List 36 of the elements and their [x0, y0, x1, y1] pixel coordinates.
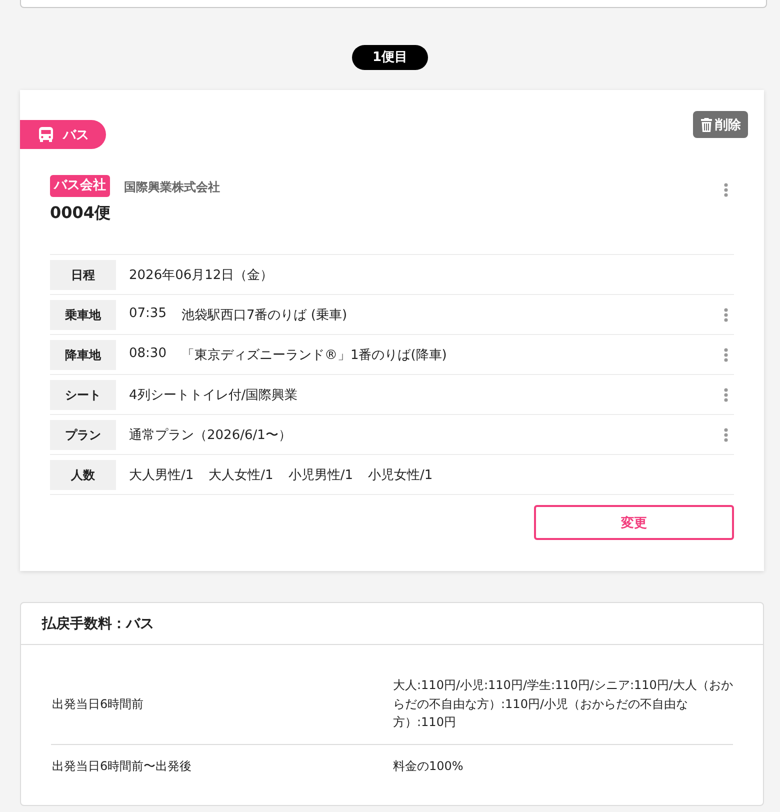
panel-title: 払戻手数料：バス	[21, 603, 763, 645]
transport-label: バス	[63, 126, 89, 144]
company-name: 国際興業株式会社	[124, 178, 220, 196]
detail-value: 08:30	[129, 346, 166, 363]
service-number: 0004便	[50, 203, 111, 223]
detail-label: 日程	[50, 260, 116, 290]
more-options-icon[interactable]	[724, 183, 728, 197]
detail-label: 降車地	[50, 340, 116, 370]
company-type-tag: バス会社	[50, 175, 110, 197]
detail-value: 4列シートトイレ付/国際興業	[129, 387, 298, 404]
detail-value: 小児女性/1	[368, 467, 433, 484]
detail-label: シート	[50, 380, 116, 410]
detail-value: 2026年06月12日（金）	[129, 267, 274, 284]
fee-timing: 出発当日6時間前	[51, 696, 145, 712]
detail-label: 乗車地	[50, 300, 116, 330]
more-options-icon[interactable]	[724, 348, 728, 362]
detail-label: プラン	[50, 420, 116, 450]
more-options-icon[interactable]	[724, 428, 728, 442]
fee-amount: 料金の100%	[393, 758, 464, 774]
detail-value: 通常プラン（2026/6/1〜）	[129, 427, 292, 444]
detail-value: 池袋駅西口7番のりば (乗車)	[181, 307, 348, 324]
detail-value: 大人男性/1	[129, 467, 194, 484]
fee-amount: 大人:110円/小児:110円/学生:110円/シニア:110円/大人（おからだの不自由な方）:110円/小児（おからだの不自由な方）:110円	[393, 677, 733, 731]
detail-value: 大人女性/1	[208, 467, 274, 484]
bus-icon	[39, 127, 53, 142]
fee-timing: 出発当日6時間前〜出発後	[51, 758, 193, 774]
detail-value: 07:35	[129, 306, 166, 323]
more-options-icon[interactable]	[724, 308, 728, 322]
more-options-icon[interactable]	[724, 388, 728, 402]
detail-label: 人数	[50, 460, 116, 490]
change-button[interactable]: 変更	[534, 505, 734, 540]
trash-icon	[701, 118, 712, 132]
delete-button[interactable]: 削除	[693, 111, 748, 138]
detail-value: 小児男性/1	[288, 467, 353, 484]
detail-value: 「東京ディズニーランド®」1番のりば(降車)	[181, 347, 447, 364]
flight-label: 1便目	[352, 45, 428, 70]
